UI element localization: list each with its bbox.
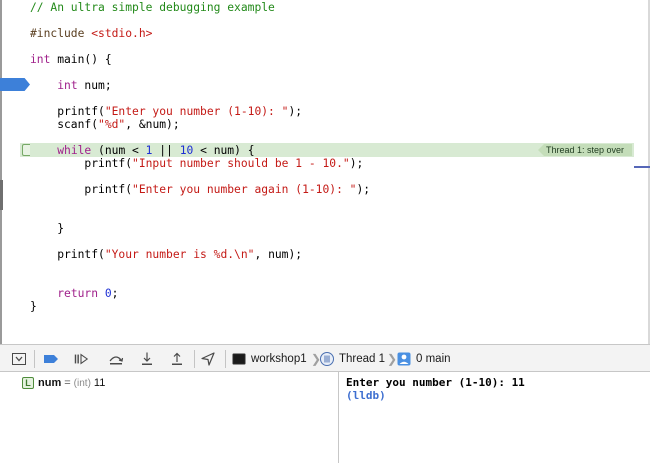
variable-row[interactable]: L num = (int) 11	[22, 376, 105, 390]
code-token: 0	[104, 287, 112, 300]
variables-view: L num = (int) 11	[0, 372, 339, 463]
code-token: "Input number should be 1 - 10."	[132, 157, 350, 170]
toolbar-divider	[34, 350, 35, 368]
variable-value: 11	[93, 377, 106, 389]
code-token: "%d"	[98, 118, 126, 131]
frame-icon	[397, 352, 411, 366]
toolbar-divider	[194, 350, 195, 368]
code-token: printf(	[30, 248, 105, 261]
code-token: , &num);	[125, 118, 180, 131]
step-into-icon	[142, 352, 152, 365]
variable-name: num	[38, 377, 62, 389]
continue-icon	[74, 353, 89, 365]
code-token: main() {	[50, 53, 112, 66]
console-output-line: Enter you number (1-10): 11	[346, 376, 525, 389]
code-line[interactable]: // An ultra simple debugging example	[30, 0, 275, 16]
source-editor[interactable]: // An ultra simple debugging example #inc…	[0, 0, 650, 344]
code-token: // An ultra simple debugging example	[30, 1, 275, 14]
breadcrumb-thread[interactable]: Thread 1	[339, 352, 385, 366]
thread-icon	[320, 352, 334, 366]
code-token: printf(	[30, 183, 133, 196]
code-token: #include	[30, 27, 92, 40]
frame-icon-wrap	[396, 351, 412, 367]
code-token: }	[30, 222, 65, 235]
code-line[interactable]: printf("Your number is %d.\n", num);	[30, 247, 302, 263]
code-token: );	[288, 105, 303, 118]
code-token: "Enter you number again (1-10): "	[132, 183, 357, 196]
code-line[interactable]: #include <stdio.h>	[30, 26, 152, 42]
hide-debug-area-button[interactable]	[11, 351, 27, 367]
code-line[interactable]: return 0;	[30, 286, 118, 302]
variable-equals: =	[64, 377, 71, 389]
step-into-button[interactable]	[139, 351, 155, 367]
code-token: num;	[77, 79, 112, 92]
breadcrumb-target[interactable]: workshop1	[251, 352, 307, 366]
target-icon-wrap	[231, 351, 247, 367]
code-line[interactable]: int main() {	[30, 52, 112, 68]
code-token: ;	[111, 287, 119, 300]
code-token: , num);	[254, 248, 303, 261]
code-line[interactable]: }	[30, 299, 37, 315]
location-icon	[201, 352, 215, 366]
console-view[interactable]: Enter you number (1-10): 11 (lldb)	[340, 372, 650, 463]
hide-debug-area-icon	[12, 353, 26, 365]
toolbar-divider	[225, 350, 226, 368]
code-token: <stdio.h>	[91, 27, 153, 40]
code-token: );	[356, 183, 371, 196]
variable-type: (int)	[73, 377, 91, 389]
thread-icon-wrap	[319, 351, 335, 367]
code-line[interactable]: int num;	[30, 78, 112, 94]
continue-button[interactable]	[73, 351, 89, 367]
code-token: int	[57, 79, 78, 92]
current-line-marker	[22, 144, 30, 156]
code-line[interactable]: }	[30, 221, 64, 237]
breadcrumb-frame[interactable]: 0 main	[416, 352, 451, 366]
editor-left-scroll-indicator	[0, 180, 3, 210]
debug-toolbar: workshop1 ❯ Thread 1 ❯ 0 main	[0, 344, 650, 372]
code-line[interactable]: printf("Enter you number again (1-10): "…	[30, 182, 370, 198]
terminal-icon	[232, 353, 246, 365]
console-prompt[interactable]: (lldb)	[346, 389, 386, 403]
step-over-button[interactable]	[108, 351, 124, 367]
code-token: "Your number is %d.\n"	[104, 248, 255, 261]
breakpoint-marker[interactable]	[0, 78, 30, 91]
scrollbar-marker	[634, 166, 650, 168]
local-variable-icon: L	[22, 377, 34, 389]
code-line[interactable]: scanf("%d", &num);	[30, 117, 180, 133]
code-token: return	[57, 287, 99, 300]
breakpoints-toggle-icon	[44, 355, 58, 363]
editor-left-border	[0, 0, 2, 344]
step-out-icon	[172, 352, 182, 365]
breakpoints-toggle-button[interactable]	[43, 351, 59, 367]
step-over-icon	[109, 356, 124, 365]
code-token: printf(	[30, 157, 133, 170]
code-token: );	[349, 157, 364, 170]
code-token: scanf(	[30, 118, 99, 131]
simulate-location-button[interactable]	[200, 351, 216, 367]
code-line[interactable]: printf("Input number should be 1 - 10.")…	[30, 156, 363, 172]
code-token: }	[30, 300, 37, 313]
thread-step-label: Thread 1: step over	[538, 144, 632, 156]
code-token: int	[30, 53, 51, 66]
step-out-button[interactable]	[169, 351, 185, 367]
